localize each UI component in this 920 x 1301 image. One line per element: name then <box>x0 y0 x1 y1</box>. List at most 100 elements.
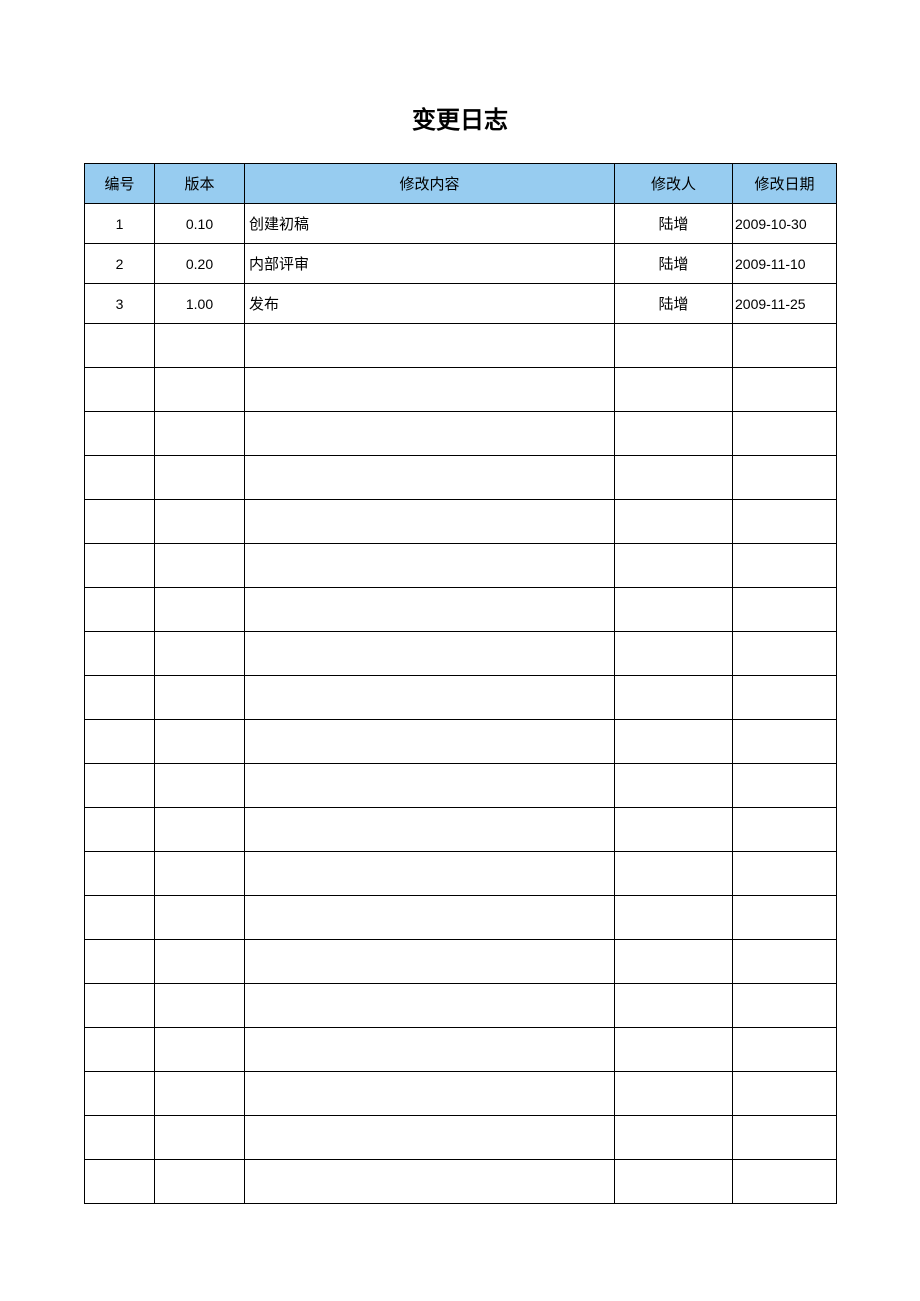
cell-date: 2009-10-30 <box>733 204 837 244</box>
cell-author: 陆增 <box>615 284 733 324</box>
col-header-date: 修改日期 <box>733 164 837 204</box>
cell-empty <box>245 412 615 456</box>
cell-date: 2009-11-25 <box>733 284 837 324</box>
cell-empty <box>615 852 733 896</box>
cell-content: 创建初稿 <box>245 204 615 244</box>
table-row-empty <box>85 676 837 720</box>
cell-empty <box>615 808 733 852</box>
cell-empty <box>245 632 615 676</box>
cell-date: 2009-11-10 <box>733 244 837 284</box>
cell-empty <box>155 1072 245 1116</box>
cell-empty <box>155 984 245 1028</box>
table-row: 20.20内部评审陆增2009-11-10 <box>85 244 837 284</box>
cell-empty <box>155 896 245 940</box>
cell-empty <box>85 632 155 676</box>
cell-empty <box>155 1028 245 1072</box>
table-row-empty <box>85 1028 837 1072</box>
table-row-empty <box>85 500 837 544</box>
cell-content: 发布 <box>245 284 615 324</box>
table-row-empty <box>85 1160 837 1204</box>
cell-empty <box>733 456 837 500</box>
changelog-table: 编号 版本 修改内容 修改人 修改日期 10.10创建初稿陆增2009-10-3… <box>84 163 837 1204</box>
cell-empty <box>155 632 245 676</box>
table-row-empty <box>85 368 837 412</box>
cell-empty <box>733 720 837 764</box>
cell-empty <box>155 456 245 500</box>
cell-empty <box>245 984 615 1028</box>
cell-empty <box>85 676 155 720</box>
table-row-empty <box>85 632 837 676</box>
cell-empty <box>245 368 615 412</box>
cell-empty <box>85 808 155 852</box>
table-row-empty <box>85 544 837 588</box>
table-row-empty <box>85 588 837 632</box>
cell-empty <box>615 500 733 544</box>
cell-empty <box>245 1160 615 1204</box>
cell-empty <box>155 808 245 852</box>
cell-empty <box>245 1116 615 1160</box>
cell-empty <box>245 324 615 368</box>
cell-version: 0.20 <box>155 244 245 284</box>
cell-empty <box>615 324 733 368</box>
cell-empty <box>615 676 733 720</box>
cell-empty <box>733 896 837 940</box>
cell-empty <box>245 1072 615 1116</box>
cell-author: 陆增 <box>615 244 733 284</box>
cell-empty <box>85 940 155 984</box>
table-row-empty <box>85 808 837 852</box>
cell-empty <box>85 720 155 764</box>
cell-empty <box>155 676 245 720</box>
cell-id: 1 <box>85 204 155 244</box>
cell-empty <box>615 764 733 808</box>
cell-empty <box>85 1160 155 1204</box>
cell-empty <box>245 896 615 940</box>
cell-empty <box>155 412 245 456</box>
cell-empty <box>245 940 615 984</box>
col-header-version: 版本 <box>155 164 245 204</box>
cell-empty <box>733 588 837 632</box>
cell-empty <box>733 1072 837 1116</box>
cell-empty <box>733 676 837 720</box>
cell-empty <box>85 764 155 808</box>
table-row-empty <box>85 940 837 984</box>
cell-empty <box>245 456 615 500</box>
cell-empty <box>733 632 837 676</box>
cell-version: 0.10 <box>155 204 245 244</box>
cell-empty <box>155 852 245 896</box>
cell-empty <box>615 456 733 500</box>
cell-empty <box>615 1072 733 1116</box>
table-row-empty <box>85 852 837 896</box>
cell-empty <box>85 544 155 588</box>
cell-id: 3 <box>85 284 155 324</box>
cell-empty <box>85 852 155 896</box>
cell-empty <box>615 1116 733 1160</box>
table-row-empty <box>85 412 837 456</box>
cell-empty <box>85 412 155 456</box>
cell-empty <box>615 632 733 676</box>
col-header-content: 修改内容 <box>245 164 615 204</box>
cell-empty <box>245 852 615 896</box>
table-row-empty <box>85 456 837 500</box>
cell-empty <box>245 544 615 588</box>
cell-empty <box>85 984 155 1028</box>
table-row-empty <box>85 720 837 764</box>
changelog-table-wrap: 编号 版本 修改内容 修改人 修改日期 10.10创建初稿陆增2009-10-3… <box>84 163 836 1204</box>
cell-empty <box>155 588 245 632</box>
cell-empty <box>733 324 837 368</box>
page-title: 变更日志 <box>0 100 920 135</box>
cell-empty <box>155 368 245 412</box>
cell-empty <box>85 456 155 500</box>
cell-empty <box>733 1028 837 1072</box>
cell-empty <box>615 720 733 764</box>
cell-empty <box>155 720 245 764</box>
cell-author: 陆增 <box>615 204 733 244</box>
cell-empty <box>245 1028 615 1072</box>
cell-empty <box>85 324 155 368</box>
cell-empty <box>85 588 155 632</box>
cell-empty <box>155 500 245 544</box>
table-body: 10.10创建初稿陆增2009-10-3020.20内部评审陆增2009-11-… <box>85 204 837 1204</box>
table-row-empty <box>85 1072 837 1116</box>
cell-empty <box>155 1116 245 1160</box>
col-header-id: 编号 <box>85 164 155 204</box>
cell-empty <box>155 764 245 808</box>
